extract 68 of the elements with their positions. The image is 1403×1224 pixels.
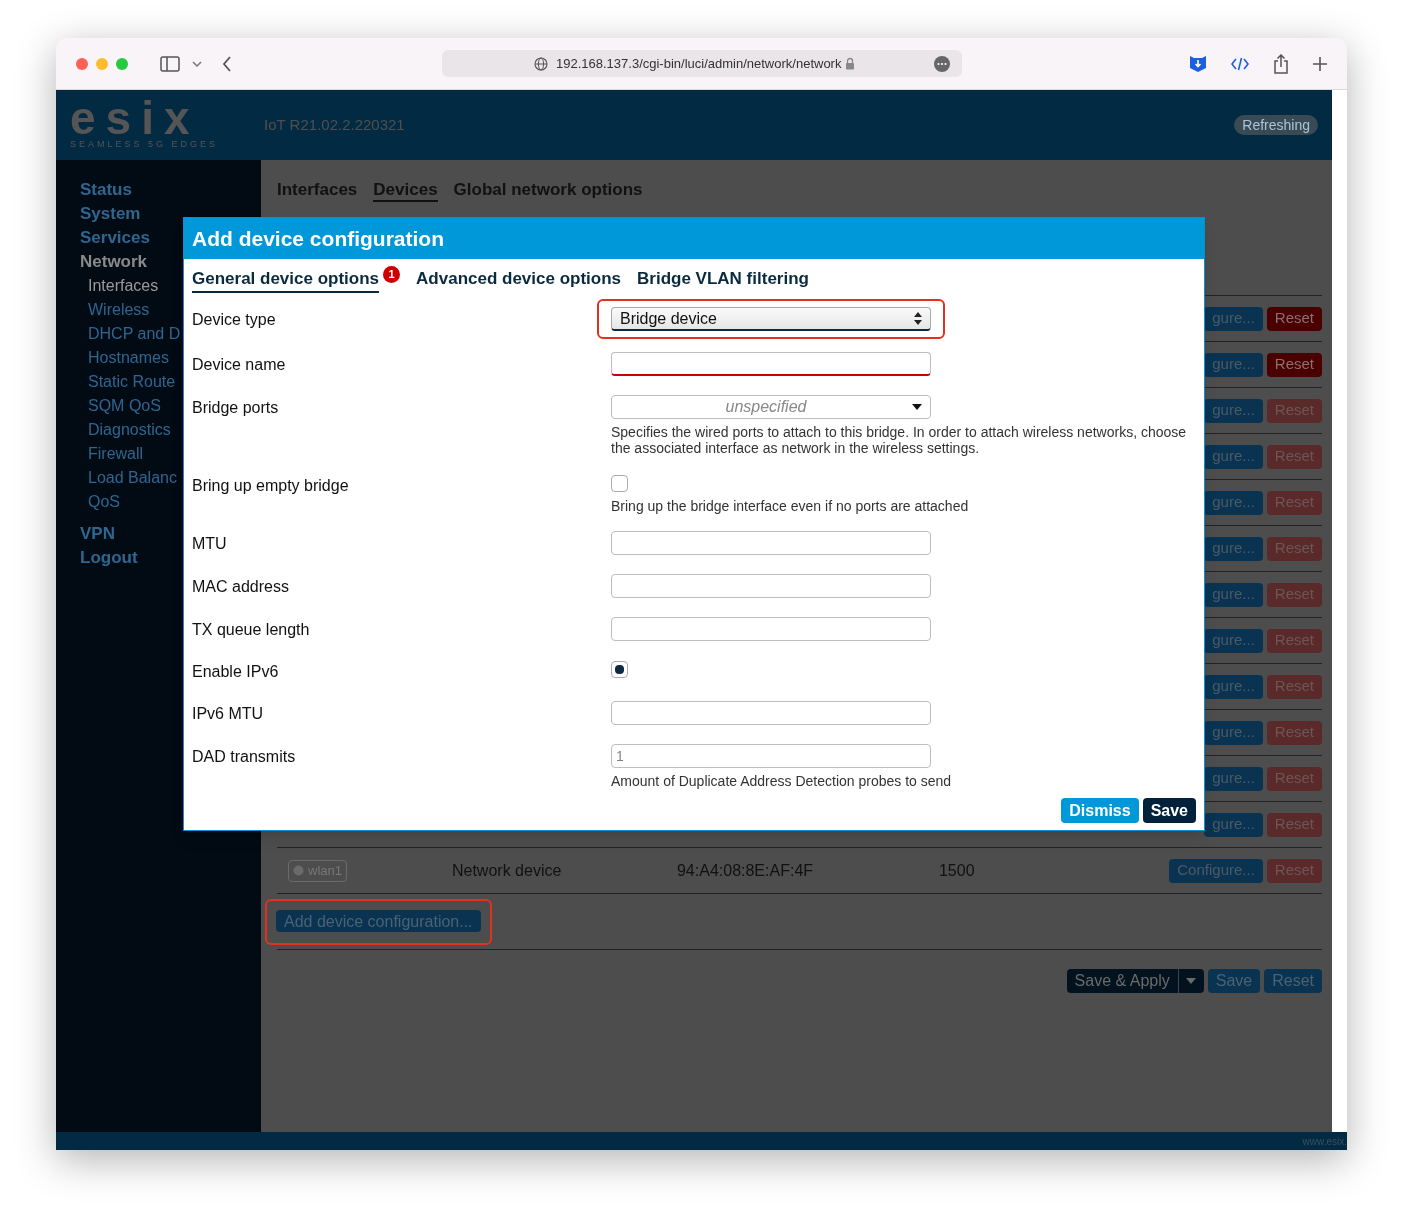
sidebar-item[interactable]: System	[80, 202, 261, 226]
table-cell-text: Network device	[451, 860, 563, 881]
dismiss-button[interactable]: Dismiss	[1061, 798, 1139, 823]
save-apply-button[interactable]: Save & Apply	[1066, 969, 1178, 993]
back-icon[interactable]	[222, 55, 232, 72]
modal-tab[interactable]: Advanced device options	[416, 266, 622, 293]
help-text: Amount of Duplicate Address Detection probes to send	[611, 773, 953, 789]
ports-dropdown[interactable]: unspecified	[611, 395, 931, 419]
text-field[interactable]	[611, 574, 931, 598]
share-icon[interactable]	[1273, 53, 1289, 74]
error-count-badge: 1	[383, 266, 401, 283]
text-field[interactable]	[611, 617, 931, 641]
help-text: Specifies the wired ports to attach to this bridge. In order to attach wireless networks, choose the associated interface as network in the wireless settings.	[611, 424, 1188, 456]
field-label: TX queue length	[192, 620, 311, 640]
code-icon[interactable]	[1231, 56, 1249, 71]
sidebar-item[interactable]: Status	[80, 178, 261, 202]
page-tab[interactable]: Devices	[373, 177, 438, 202]
modal-tab[interactable]: Bridge VLAN filtering	[637, 266, 809, 293]
shield-extension-icon[interactable]	[1189, 54, 1207, 73]
table-cell-text: 94:A4:08:8E:AF:4F	[676, 860, 815, 881]
help-text: Bring up the bridge interface even if no ports are attached	[611, 498, 970, 514]
more-icon[interactable]	[934, 55, 950, 72]
new-tab-icon[interactable]	[1313, 56, 1327, 71]
status-badge: Refreshing	[1234, 115, 1318, 135]
field-label: Device type	[192, 310, 277, 330]
modal-title: Add device configuration	[192, 225, 445, 252]
dropdown-button[interactable]	[1177, 969, 1204, 993]
close-window-icon[interactable]	[76, 57, 88, 70]
globe-icon	[534, 56, 548, 71]
caret-icon	[1186, 978, 1197, 984]
save-button[interactable]: Save	[1207, 969, 1261, 993]
modal-tab[interactable]: General device options	[192, 266, 380, 293]
field-label: Bring up empty bridge	[192, 476, 350, 496]
field-label: MAC address	[192, 577, 290, 597]
field-label: DAD transmits	[192, 747, 297, 767]
reset-button[interactable]: Reset	[1266, 306, 1322, 331]
text-field[interactable]	[611, 531, 931, 555]
text-field[interactable]	[611, 701, 931, 725]
device-type-select[interactable]: Bridge device	[611, 307, 931, 331]
stepper-arrows-icon	[914, 312, 922, 325]
chevron-down-icon[interactable]	[192, 60, 202, 67]
configure-button[interactable]: gure...	[1204, 306, 1263, 331]
text-field[interactable]	[611, 352, 931, 376]
dropdown-placeholder: unspecified	[724, 397, 808, 417]
logo-text: esix	[70, 98, 200, 139]
sidebar-toggle-icon[interactable]	[160, 55, 180, 72]
field-label: Bridge ports	[192, 398, 280, 418]
url-text: 192.168.137.3/cgi-bin/luci/admin/network/network	[556, 54, 842, 73]
table-cell-text: 1500	[938, 860, 975, 881]
address-bar[interactable]: 192.168.137.3/cgi-bin/luci/admin/network/network	[442, 50, 962, 77]
field-label: Enable IPv6	[192, 662, 280, 682]
logo-tagline: SEAMLESS 5G EDGES	[70, 138, 219, 152]
add-device-button[interactable]: Add device configuration...	[276, 909, 481, 932]
field-label: IPv6 MTU	[192, 704, 265, 724]
caret-icon	[912, 404, 922, 410]
lock-icon	[845, 57, 856, 70]
checkbox[interactable]	[611, 475, 628, 492]
reset-button[interactable]: Reset	[1264, 969, 1322, 993]
save-button[interactable]: Save	[1142, 798, 1196, 823]
checkbox[interactable]	[611, 661, 628, 678]
field-label: MTU	[192, 534, 228, 554]
text-field[interactable]: 1	[611, 744, 931, 768]
page-tab[interactable]: Global network options	[453, 177, 643, 202]
firmware-version: IoT R21.02.2.220321	[264, 114, 405, 135]
reset-button[interactable]: Reset	[1266, 352, 1322, 377]
page-tab[interactable]: Interfaces	[277, 177, 358, 202]
configure-button[interactable]: gure...	[1204, 352, 1263, 377]
field-label: Device name	[192, 355, 287, 375]
